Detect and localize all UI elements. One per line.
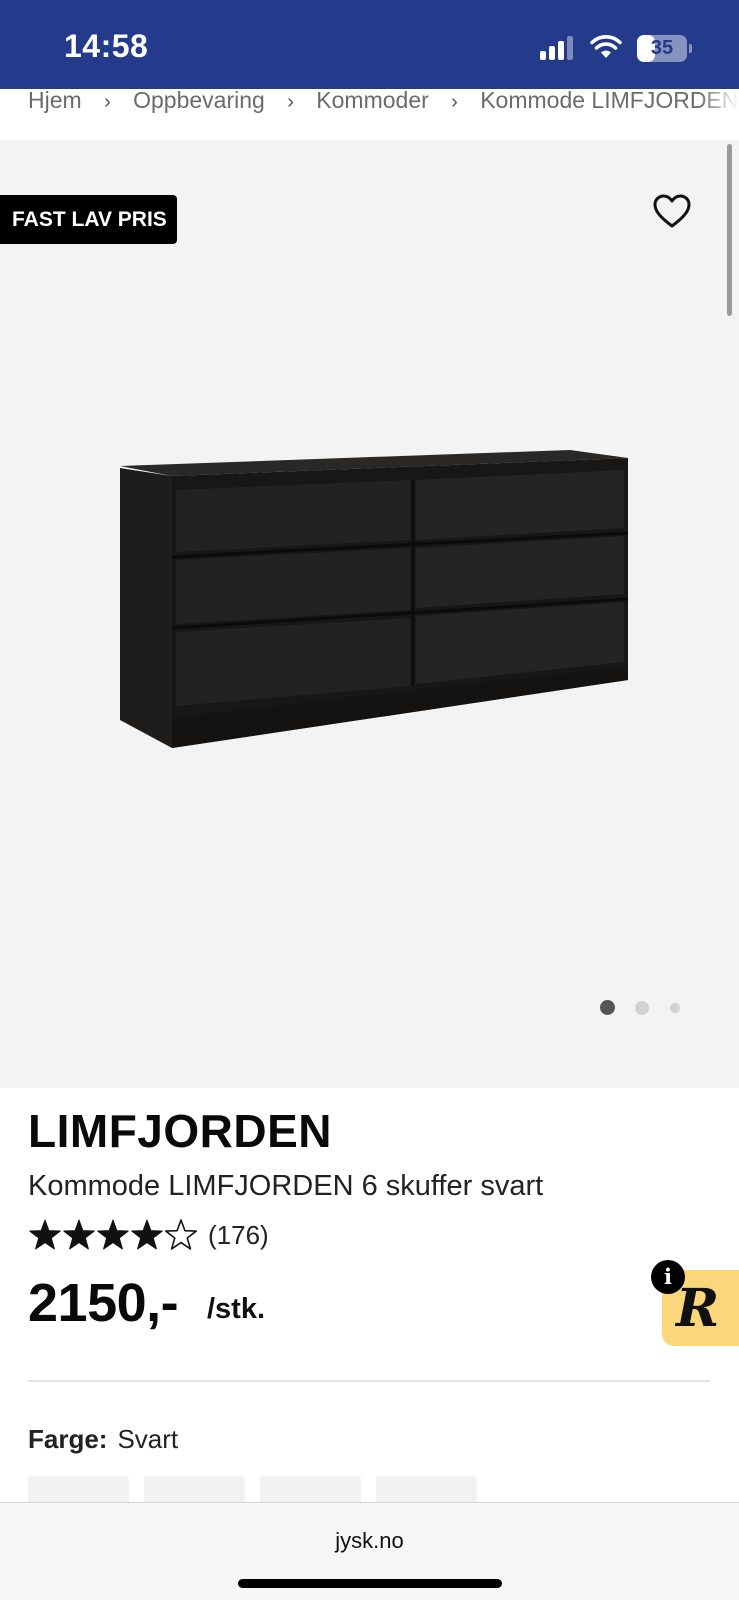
battery-level: 35 [650,37,674,59]
url-bar[interactable]: jysk.no [0,1528,739,1554]
carousel-dot-2[interactable] [635,1001,649,1015]
color-swatch[interactable] [28,1476,129,1502]
breadcrumb-home[interactable]: Hjem [28,89,82,114]
carousel-dot-1[interactable] [600,1000,615,1015]
product-brand: LIMFJORDEN [28,1105,332,1157]
star-filled-icon [131,1219,163,1250]
info-icon[interactable]: i [651,1260,685,1294]
color-row: Farge: Svart [28,1424,178,1455]
browser-bottom-bar: jysk.no [0,1502,739,1600]
fast-low-price-badge: FAST LAV PRIS [0,195,177,244]
breadcrumb-fade [699,89,739,140]
breadcrumb-storage[interactable]: Oppbevaring [133,89,265,114]
status-time: 14:58 [64,28,149,64]
review-count[interactable]: (176) [208,1220,269,1251]
product-image-dresser[interactable] [110,440,640,760]
color-swatch[interactable] [376,1476,477,1502]
chevron-right-icon: › [104,91,111,113]
carousel-dot-3[interactable] [670,1003,680,1013]
carousel-dots[interactable] [600,998,690,1018]
wifi-icon [590,35,622,58]
color-label: Farge: [28,1424,108,1454]
battery-icon: 35 [637,35,687,62]
color-value: Svart [117,1424,179,1454]
divider [28,1380,710,1382]
rating-stars [29,1219,198,1250]
cellular-signal-icon [540,36,576,60]
product-gallery[interactable]: FAST LAV PRIS [0,140,739,1088]
product-name: Kommode LIMFJORDEN 6 skuffer svart [28,1170,544,1202]
heart-outline-icon[interactable] [652,192,692,232]
product-price: 2150,- [28,1273,179,1333]
home-indicator[interactable] [238,1579,502,1588]
star-filled-icon [63,1219,95,1250]
color-swatch[interactable] [144,1476,245,1502]
breadcrumb: Hjem › Oppbevaring › Kommoder › Kommode … [0,89,739,140]
battery-cap [689,44,692,53]
widget-r-logo[interactable]: R [676,1278,719,1339]
breadcrumb-dressers[interactable]: Kommoder [316,89,428,114]
star-filled-icon [97,1219,129,1250]
chevron-right-icon: › [287,91,294,113]
color-swatch[interactable] [260,1476,361,1502]
chevron-right-icon: › [451,91,458,113]
star-filled-icon [29,1219,61,1250]
star-empty-icon [164,1219,198,1250]
color-swatches [28,1476,488,1502]
price-unit: /stk. [207,1293,266,1325]
gallery-scrollbar[interactable] [727,144,732,316]
status-bar: 14:58 35 [0,0,739,89]
